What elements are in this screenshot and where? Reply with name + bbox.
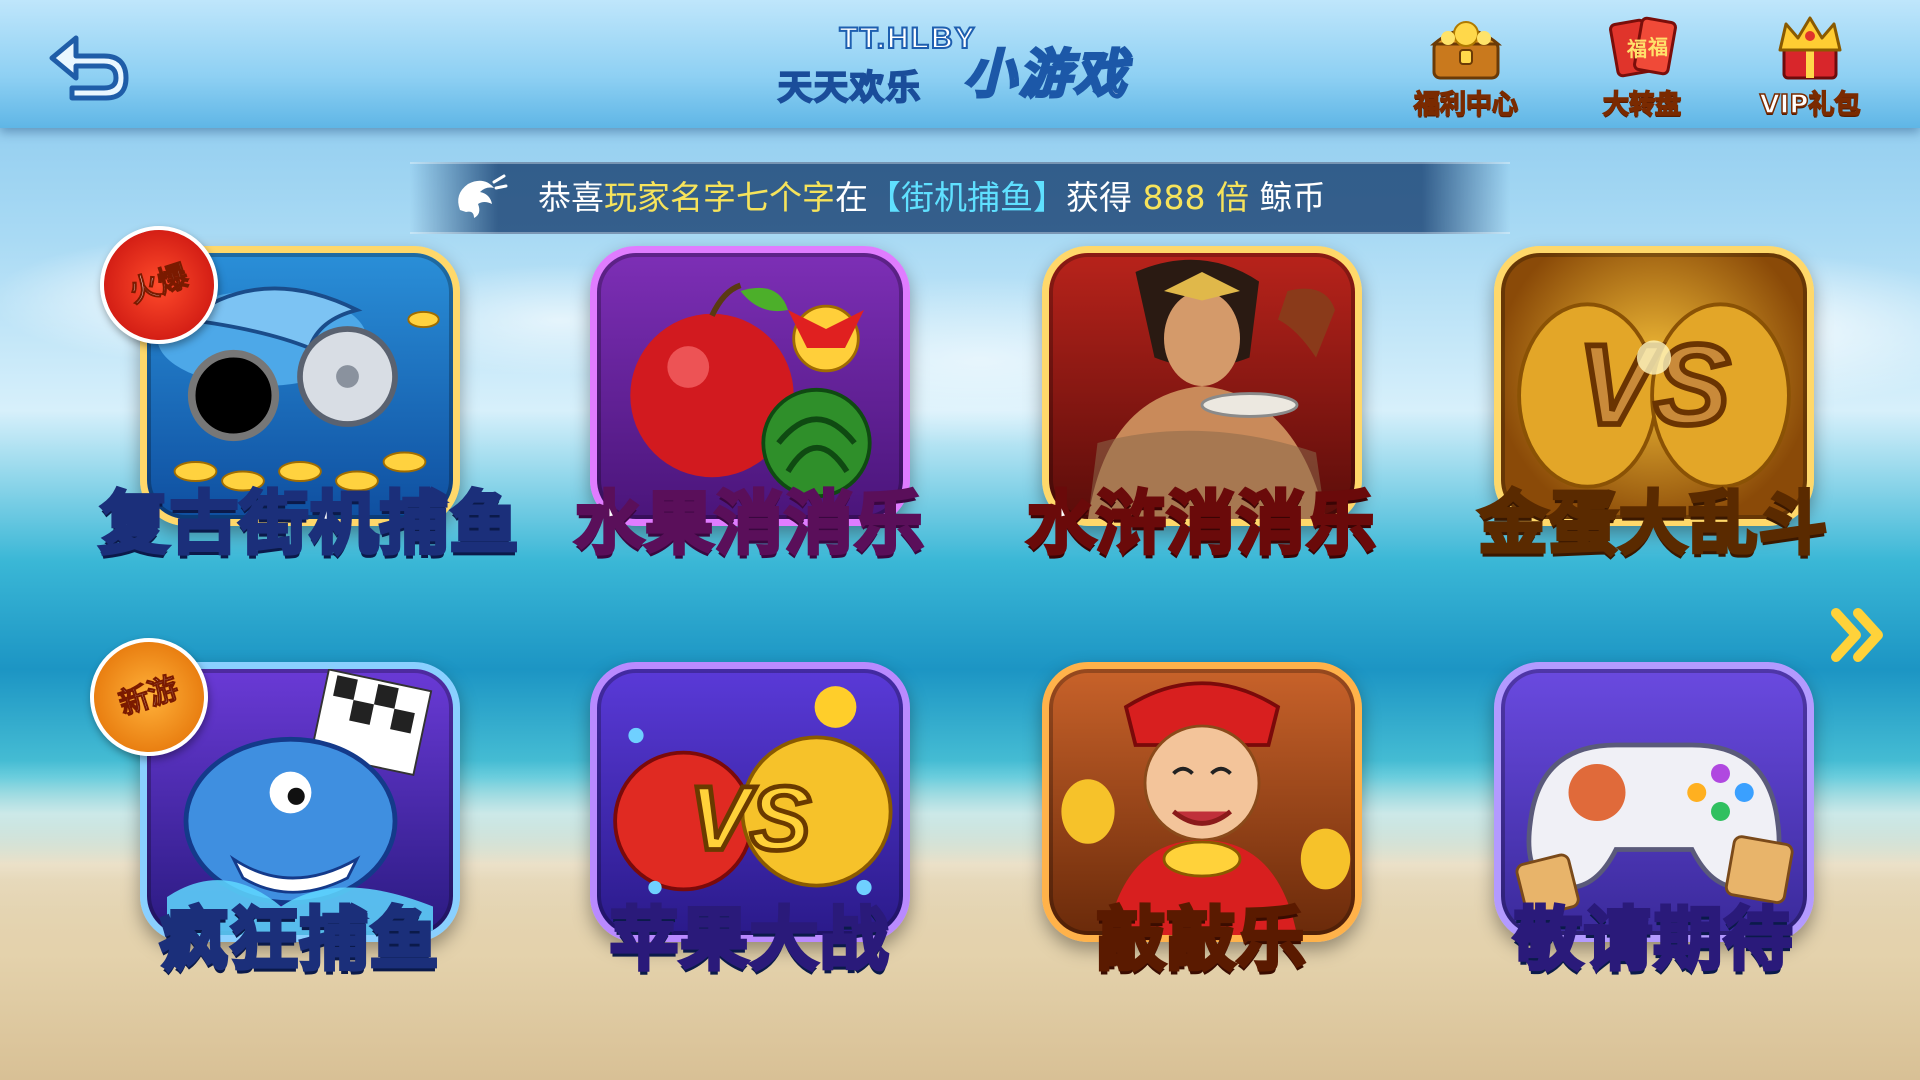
svg-text:福: 福 bbox=[1647, 35, 1668, 59]
msg-game: 【街机捕鱼】 bbox=[868, 178, 1066, 217]
treasure-chest-icon bbox=[1430, 21, 1502, 80]
lucky-wheel-label: 大转盘 bbox=[1602, 89, 1682, 121]
lucky-wheel-button[interactable]: 福 福 大转盘 bbox=[1572, 12, 1712, 126]
msg-unit: 倍 bbox=[1216, 178, 1249, 217]
welfare-center-label: 福利中心 bbox=[1413, 89, 1519, 121]
game-tile-coming-soon[interactable]: 敬请期待 bbox=[1494, 662, 1814, 982]
crown-gift-icon bbox=[1778, 16, 1842, 80]
broadcast-message: 恭喜玩家名字七个字在【街机捕鱼】获得 888 倍 鲸币 bbox=[538, 176, 1326, 220]
top-bar: TT.HLBY 天天欢乐 小游戏 福利中心 福 福 大转盘 VIP礼包 bbox=[0, 0, 1920, 128]
svg-text:VS: VS bbox=[689, 768, 811, 870]
msg-suffix: 鲸币 bbox=[1259, 178, 1326, 217]
welfare-center-button[interactable]: 福利中心 bbox=[1396, 12, 1536, 126]
game-tile-crazy-fishing[interactable]: 新游 疯狂捕鱼 bbox=[74, 622, 460, 982]
game-tile-fruit-match[interactable]: 水果消消乐 bbox=[573, 246, 925, 566]
back-arrow-icon bbox=[49, 35, 129, 101]
vip-gift-label: VIP礼包 bbox=[1759, 89, 1861, 121]
game-tile-water-margin[interactable]: 水浒消消乐 bbox=[1025, 246, 1377, 566]
game-title: 敬请期待 bbox=[1512, 899, 1794, 982]
game-tile-knock-knock[interactable]: 敲敲乐 bbox=[1042, 662, 1362, 982]
next-page-chevron-icon[interactable] bbox=[1830, 605, 1886, 665]
game-title: 复古街机捕鱼 bbox=[98, 483, 521, 566]
msg-mid2: 获得 bbox=[1066, 178, 1132, 217]
logo-title-main: 天天欢乐 bbox=[777, 67, 922, 109]
game-tile-golden-egg[interactable]: VS 金蛋大乱斗 bbox=[1477, 246, 1829, 566]
broadcast-marquee: 恭喜玩家名字七个字在【街机捕鱼】获得 888 倍 鲸币 bbox=[410, 162, 1510, 234]
msg-mid1: 在 bbox=[835, 178, 868, 217]
game-title: 金蛋大乱斗 bbox=[1477, 483, 1829, 566]
back-button[interactable] bbox=[46, 30, 132, 104]
game-tile-apple-battle[interactable]: VS 苹果大战 bbox=[590, 662, 910, 982]
msg-prefix: 恭喜 bbox=[538, 178, 604, 217]
game-tile-retro-fishing[interactable]: 火爆 复古街机捕鱼 bbox=[84, 210, 520, 566]
shrimp-broadcast-icon bbox=[458, 174, 508, 218]
game-logo: TT.HLBY 天天欢乐 小游戏 bbox=[777, 21, 1158, 118]
game-title: 苹果大战 bbox=[608, 899, 890, 982]
msg-amount: 888 bbox=[1142, 178, 1206, 217]
game-title: 水浒消消乐 bbox=[1025, 483, 1377, 566]
svg-text:福: 福 bbox=[1626, 37, 1647, 61]
game-title: 敲敲乐 bbox=[1095, 899, 1307, 982]
vip-gift-button[interactable]: VIP礼包 bbox=[1740, 12, 1880, 126]
logo-title-sub: 小游戏 bbox=[962, 44, 1130, 107]
lucky-cards-icon: 福 福 bbox=[1609, 16, 1677, 78]
msg-player: 玩家名字七个字 bbox=[604, 178, 835, 217]
game-title: 水果消消乐 bbox=[573, 483, 925, 566]
game-title: 疯狂捕鱼 bbox=[158, 899, 440, 982]
